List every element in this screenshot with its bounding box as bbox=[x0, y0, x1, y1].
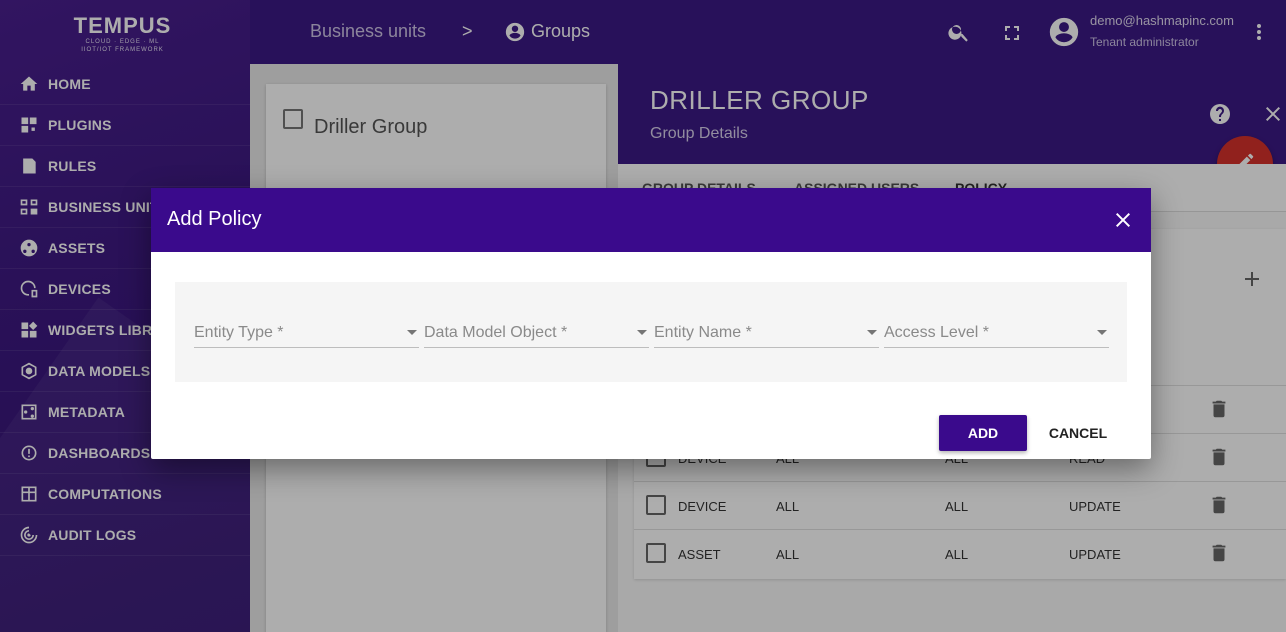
add-button[interactable]: ADD bbox=[939, 415, 1027, 451]
dropdown-arrow-icon bbox=[407, 330, 417, 335]
policy-form: Entity Type * Data Model Object * Entity… bbox=[175, 282, 1127, 382]
entity-type-label: Entity Type * bbox=[194, 324, 284, 341]
dialog-title: Add Policy bbox=[167, 208, 262, 230]
add-policy-dialog: Add Policy Entity Type * Data Model Obje… bbox=[151, 188, 1151, 459]
data-model-object-select[interactable]: Data Model Object * bbox=[424, 312, 649, 348]
entity-name-select[interactable]: Entity Name * bbox=[654, 312, 879, 348]
close-icon[interactable] bbox=[1111, 208, 1135, 232]
entity-type-select[interactable]: Entity Type * bbox=[194, 312, 419, 348]
data-model-object-label: Data Model Object * bbox=[424, 324, 568, 341]
access-level-select[interactable]: Access Level * bbox=[884, 312, 1109, 348]
cancel-button[interactable]: CANCEL bbox=[1037, 415, 1119, 451]
access-level-label: Access Level * bbox=[884, 324, 989, 341]
dropdown-arrow-icon bbox=[1097, 330, 1107, 335]
entity-name-label: Entity Name * bbox=[654, 324, 752, 341]
dropdown-arrow-icon bbox=[867, 330, 877, 335]
dropdown-arrow-icon bbox=[637, 330, 647, 335]
dialog-header: Add Policy bbox=[151, 188, 1151, 252]
